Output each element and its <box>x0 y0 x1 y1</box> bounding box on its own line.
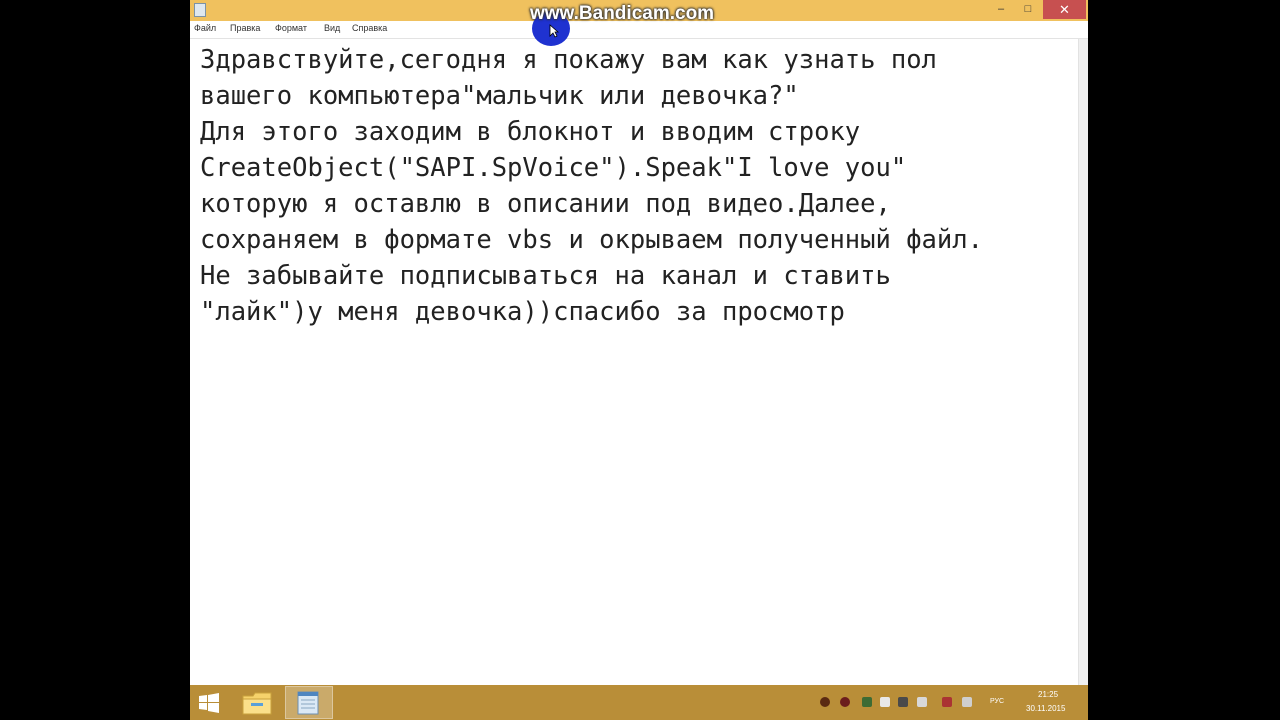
file-explorer-icon[interactable] <box>240 688 274 717</box>
desktop-screen: – □ ✕ Файл Правка Формат Вид Справка Здр… <box>190 0 1088 720</box>
close-button[interactable]: ✕ <box>1043 0 1086 19</box>
record-tray-icon[interactable] <box>840 697 850 707</box>
notepad-app-icon[interactable] <box>194 3 206 17</box>
language-indicator[interactable]: РУС <box>990 698 1004 705</box>
notification-tray-icon[interactable] <box>917 697 927 707</box>
bandicam-watermark: www.Bandicam.com <box>530 3 715 24</box>
menu-view[interactable]: Вид <box>324 23 340 33</box>
menu-file[interactable]: Файл <box>194 23 216 33</box>
notepad-icon <box>297 691 319 715</box>
taskbar: РУС 21:25 30.11.2015 <box>190 685 1088 720</box>
maximize-button[interactable]: □ <box>1015 0 1041 19</box>
clock-date[interactable]: 30.11.2015 <box>1026 704 1065 713</box>
bandicam-tray-icon[interactable] <box>820 697 830 707</box>
notepad-taskbar-button[interactable] <box>285 686 333 719</box>
network-tray-icon[interactable] <box>862 697 872 707</box>
windows-start-icon[interactable] <box>198 692 220 714</box>
clock-time[interactable]: 21:25 <box>1038 690 1058 699</box>
menu-help[interactable]: Справка <box>352 23 387 33</box>
cloud-tray-icon[interactable] <box>880 697 890 707</box>
mouse-cursor-icon <box>549 24 559 38</box>
volume-tray-icon[interactable] <box>962 697 972 707</box>
menu-format[interactable]: Формат <box>275 23 307 33</box>
security-tray-icon[interactable] <box>942 697 952 707</box>
vertical-scrollbar[interactable] <box>1078 39 1088 685</box>
minimize-button[interactable]: – <box>988 0 1014 19</box>
text-editor-area[interactable]: Здравствуйте,сегодня я покажу вам как уз… <box>200 42 1080 330</box>
menu-edit[interactable]: Правка <box>230 23 260 33</box>
flag-tray-icon[interactable] <box>898 697 908 707</box>
